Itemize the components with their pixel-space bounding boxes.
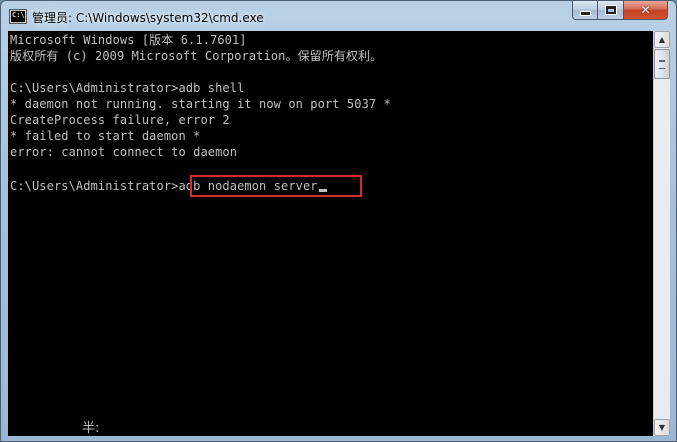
prompt-text: C:\Users\Administrator> [10,179,179,193]
console-line: 版权所有 (c) 2009 Microsoft Corporation。保留所有… [10,49,383,63]
window-controls: ✕ [572,1,668,21]
console-line: error: cannot connect to daemon [10,145,238,159]
maximize-button[interactable] [598,1,624,20]
minimize-button[interactable] [572,1,598,20]
vertical-scrollbar[interactable]: ▲ ▼ [653,31,670,436]
window-title: 管理员: C:\Windows\system32\cmd.exe [32,11,264,25]
console-output[interactable]: Microsoft Windows [版本 6.1.7601] 版权所有 (c)… [8,31,653,436]
cmd-window: 管理员: C:\Windows\system32\cmd.exe ✕ Micro… [0,0,677,442]
maximize-icon [605,6,616,14]
arrow-down-icon: ▼ [658,423,666,432]
scroll-up-button[interactable]: ▲ [654,31,670,48]
arrow-up-icon: ▲ [658,35,666,44]
scrollbar-thumb[interactable] [654,49,670,79]
scroll-down-button[interactable]: ▼ [654,419,670,436]
ime-status: 半: [82,421,100,436]
close-icon: ✕ [640,3,651,17]
close-button[interactable]: ✕ [624,1,668,20]
title-bar[interactable]: 管理员: C:\Windows\system32\cmd.exe ✕ [1,1,676,32]
console-line: C:\Users\Administrator>adb shell [10,81,245,95]
console-line: Microsoft Windows [版本 6.1.7601] [10,33,247,47]
minimize-icon [580,11,590,15]
console-line: CreateProcess failure, error 2 [10,113,230,127]
console-line: * failed to start daemon * [10,129,201,143]
console-line: * daemon not running. starting it now on… [10,97,391,111]
cmd-icon[interactable] [10,10,26,23]
highlight-box [190,175,362,197]
